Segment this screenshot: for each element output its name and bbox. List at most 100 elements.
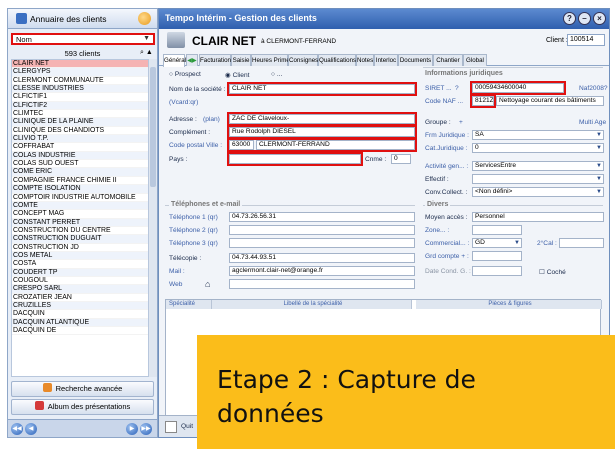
client-list-item[interactable]: CONSTRUCTION DUGUAIT xyxy=(12,235,148,244)
zone-label[interactable]: Zone... : xyxy=(425,227,449,234)
tab-notes[interactable]: Notes xyxy=(356,54,374,66)
client-list-item[interactable]: DACQUIN xyxy=(12,310,148,319)
client-list-item[interactable]: CLFICTIF1 xyxy=(12,93,148,102)
quit-icon[interactable] xyxy=(165,421,177,433)
tab-global[interactable]: Global xyxy=(463,54,487,66)
plan-link[interactable]: (plan) xyxy=(203,116,220,123)
search-icon[interactable] xyxy=(138,12,151,25)
scrollbar-thumb[interactable] xyxy=(150,67,156,187)
tab-qualifications[interactable]: Qualifications xyxy=(318,54,356,66)
phone3-qr-link[interactable]: (qr) xyxy=(208,240,218,247)
help-icon[interactable]: ? xyxy=(563,12,576,25)
mail-label[interactable]: Mail : xyxy=(169,268,185,275)
client-list-item[interactable]: COMPTE ISOLATION xyxy=(12,185,148,194)
multi-age-link[interactable]: Multi Age xyxy=(579,119,606,126)
client-list-item[interactable]: DACQUIN ATLANTIQUE xyxy=(12,318,148,327)
client-list-item[interactable]: CLAIR NET xyxy=(12,60,148,69)
client-list-item[interactable]: COLAS INDUSTRIE xyxy=(12,151,148,161)
client-list-item[interactable]: CROZATIER JEAN xyxy=(12,294,148,302)
sort-icon[interactable]: ⌕ ▲ xyxy=(140,49,153,57)
client-list-item[interactable]: CLIVIO T.P. xyxy=(12,135,148,144)
activity-select[interactable]: ServicesEntre xyxy=(472,161,604,171)
second-sales-field[interactable] xyxy=(559,238,604,248)
client-list-item[interactable]: CLERMONT COMMUNAUTE xyxy=(12,77,148,86)
radio-other[interactable]: ○ ... xyxy=(271,71,282,78)
key-account-label[interactable]: Grd compte + : xyxy=(425,253,469,260)
client-list-item[interactable]: COME ERIC xyxy=(12,168,148,177)
tab-g-n-ral[interactable]: Général xyxy=(163,54,186,67)
client-list-item[interactable]: CONSTRUCTION JD xyxy=(12,244,148,252)
client-list-item[interactable]: CONCEPT MAG xyxy=(12,210,148,219)
phone1-qr-link[interactable]: (qr) xyxy=(208,214,218,221)
group-add-link[interactable]: + xyxy=(459,119,463,126)
quit-button[interactable]: Quit xyxy=(181,423,193,430)
client-list-item[interactable]: CLERGYPS xyxy=(12,68,148,77)
cnme-field[interactable]: 0 xyxy=(391,154,411,164)
web-label[interactable]: Web xyxy=(169,281,182,288)
first-record-icon[interactable]: ◀◀ xyxy=(11,423,23,435)
phone1-field[interactable]: 04.73.26.56.31 xyxy=(229,212,415,222)
chevron-down-icon[interactable]: ▼ xyxy=(596,176,602,182)
mail-field[interactable]: agclermont.clair-net@orange.fr xyxy=(229,266,415,276)
tab-documents[interactable]: Documents xyxy=(398,54,433,66)
convention-select[interactable]: <Non défini> xyxy=(472,187,604,197)
globe-icon[interactable]: ⌂ xyxy=(205,279,210,289)
close-icon[interactable]: × xyxy=(593,12,606,25)
web-field[interactable] xyxy=(229,279,415,289)
cond-date-field[interactable] xyxy=(472,266,522,276)
client-list-item[interactable]: COLAS SUD OUEST xyxy=(12,160,148,169)
phone3-field[interactable] xyxy=(229,238,415,248)
client-list-item[interactable]: CLESSE INDUSTRIES xyxy=(12,85,148,94)
client-list-item[interactable]: COSTA xyxy=(12,260,148,269)
client-list-item[interactable]: COS METAL xyxy=(12,251,148,261)
zone-field[interactable] xyxy=(472,225,522,235)
grid-header-specialty[interactable]: Spécialité xyxy=(166,300,212,309)
grid-header-docs[interactable]: Pièces & figures xyxy=(416,300,602,309)
client-list[interactable]: CLAIR NET CLERGYPS CLERMONT COMMUNAUTE CLES… xyxy=(11,59,149,377)
client-list-item[interactable]: COUGOUL xyxy=(12,277,148,286)
tab-facturation[interactable]: Facturation xyxy=(199,54,231,66)
chevron-down-icon[interactable]: ▼ xyxy=(596,163,602,169)
prev-record-icon[interactable]: ◀ xyxy=(25,423,37,435)
minimize-icon[interactable]: – xyxy=(578,12,591,25)
checked-checkbox[interactable]: ☐ Coché xyxy=(539,268,566,276)
client-list-item[interactable]: CONSTANT PERRET xyxy=(12,218,148,227)
client-list-item[interactable]: CLINIQUE DE LA PLAINE xyxy=(12,118,148,127)
chevron-down-icon[interactable]: ▼ xyxy=(596,145,602,151)
siret-help-link[interactable]: ? xyxy=(455,85,459,92)
tab-saisie[interactable]: Saisie xyxy=(231,54,251,66)
chevron-down-icon[interactable]: ▼ xyxy=(514,240,520,246)
client-list-item[interactable]: CLIMTEC xyxy=(12,110,148,119)
client-list-item[interactable]: COMTE xyxy=(12,201,148,211)
workforce-select[interactable] xyxy=(472,174,604,184)
sales-label[interactable]: Commercial... : xyxy=(425,240,469,247)
client-list-item[interactable]: COUDERT TP xyxy=(12,268,148,277)
tab-scroll-arrows-icon[interactable]: ◀▶ xyxy=(186,54,198,66)
legal-category-select[interactable]: 0 xyxy=(472,143,604,153)
client-list-item[interactable]: COFFRABAT xyxy=(12,143,148,152)
grid-header-label[interactable]: Libellé de la spécialité xyxy=(212,300,412,309)
next-record-icon[interactable]: ▶ xyxy=(126,423,138,435)
album-button[interactable]: Album des présentations xyxy=(11,399,154,415)
radio-client[interactable]: ◉ Client xyxy=(225,71,249,79)
filter-select[interactable]: Nom ▼ xyxy=(11,33,155,45)
client-list-item[interactable]: CLINIQUE DES CHANDIOTS xyxy=(12,127,148,136)
tab-interloc[interactable]: Interloc xyxy=(374,54,398,66)
client-list-item[interactable]: CONSTRUCTION DU CENTRE xyxy=(12,227,148,236)
client-list-item[interactable]: CRESPO SARL xyxy=(12,285,148,294)
chevron-down-icon[interactable]: ▼ xyxy=(596,189,602,195)
client-list-item[interactable]: COMPAGNIE FRANCE CHIMIE II xyxy=(12,177,148,186)
client-list-item[interactable]: DACQUIN DE xyxy=(12,327,148,336)
vcard-link[interactable]: (Vcard:qr) xyxy=(169,99,198,106)
phone2-field[interactable] xyxy=(229,225,415,235)
naf-description-field[interactable]: Nettoyage courant des bâtiments xyxy=(496,96,604,106)
client-list-item[interactable]: COMPTOIR INDUSTRIE AUTOMOBILE xyxy=(12,194,148,202)
client-list-item[interactable]: CRUZILLES xyxy=(12,301,148,311)
access-field[interactable]: Personnel xyxy=(472,212,604,222)
phone2-qr-link[interactable]: (qr) xyxy=(208,227,218,234)
client-list-scrollbar[interactable] xyxy=(149,59,157,377)
key-account-field[interactable] xyxy=(472,251,522,261)
last-record-icon[interactable]: ▶▶ xyxy=(140,423,152,435)
client-list-item[interactable]: CLFICTIF2 xyxy=(12,101,148,111)
chevron-down-icon[interactable]: ▼ xyxy=(596,132,602,138)
